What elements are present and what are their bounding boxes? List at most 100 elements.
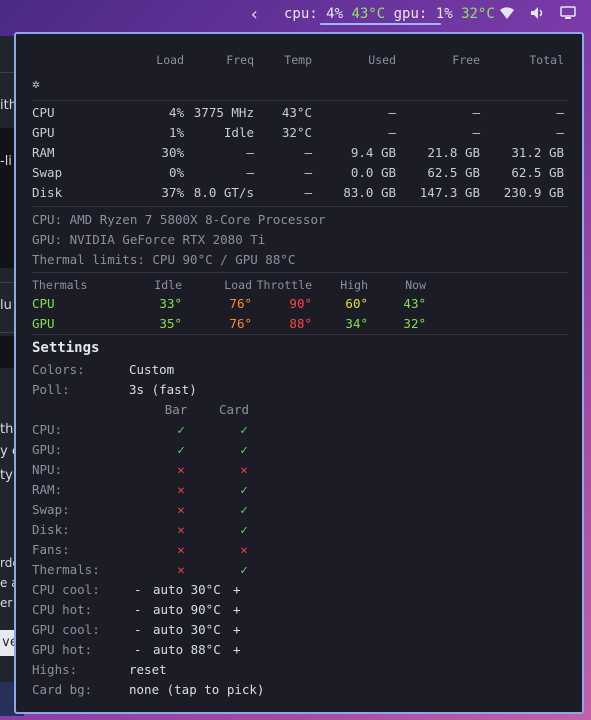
toggle-label: NPU: <box>32 462 63 477</box>
card-toggle[interactable]: ✕ <box>234 542 254 558</box>
system-monitor-indicator[interactable]: cpu: 4% 43°C gpu: 1% 32°C <box>284 6 495 22</box>
thermals-header-idle: Idle <box>154 278 182 292</box>
stepper-increment-button[interactable]: + <box>233 602 241 618</box>
bar-toggle[interactable]: ✕ <box>171 562 191 578</box>
row-name: Swap <box>32 165 63 180</box>
row-name: CPU <box>32 105 55 120</box>
row-used: — <box>388 125 396 140</box>
row-freq: Idle <box>223 125 254 140</box>
stepper-decrement-button[interactable]: - <box>134 622 142 638</box>
stepper-value: auto 30°C <box>153 622 221 637</box>
thermal-row-name: CPU <box>32 296 55 311</box>
wifi-icon[interactable] <box>499 6 515 24</box>
card-toggle[interactable]: ✓ <box>234 522 254 538</box>
stepper-increment-button[interactable]: + <box>233 582 241 598</box>
thermals-header: Thermals <box>32 278 88 292</box>
display-icon[interactable] <box>560 6 576 24</box>
row-total: — <box>556 125 564 140</box>
top-bar: ‹ cpu: 4% 43°C gpu: 1% 32°C <box>0 0 591 30</box>
row-temp: — <box>304 185 312 200</box>
row-free: 147.3 GB <box>419 185 480 200</box>
card-toggle[interactable]: ✓ <box>234 562 254 578</box>
thermal-high: 60° <box>345 296 368 311</box>
row-free: 21.8 GB <box>427 145 480 160</box>
row-temp: 32°C <box>281 125 312 140</box>
bar-toggle[interactable]: ✓ <box>171 442 191 458</box>
header-temp: Temp <box>284 53 312 67</box>
row-temp: — <box>304 165 312 180</box>
gpu-label: gpu: <box>393 6 428 22</box>
thermal-throttle: 90° <box>289 296 312 311</box>
thermals-header-throttle: Throttle <box>256 278 312 292</box>
card-toggle[interactable]: ✓ <box>234 482 254 498</box>
thermal-limits: Thermal limits: CPU 90°C / GPU 88°C <box>32 252 296 267</box>
row-name: RAM <box>32 145 55 160</box>
thermal-row-name: GPU <box>32 316 55 331</box>
card-column-header: Card <box>218 402 250 417</box>
gear-icon[interactable]: ✲ <box>32 77 40 93</box>
row-temp: — <box>304 145 312 160</box>
poll-value[interactable]: 3s (fast) <box>129 382 197 398</box>
system-monitor-panel: Load Freq Temp Used Free Total ✲ CPU 4% 37… <box>14 32 584 714</box>
row-freq: 8.0 GT/s <box>193 185 254 200</box>
row-temp: 43°C <box>281 105 312 120</box>
stepper-label: CPU hot: <box>32 602 93 617</box>
row-free: 62.5 GB <box>427 165 480 180</box>
thermal-high: 34° <box>345 316 368 331</box>
toggle-label: Disk: <box>32 522 70 537</box>
volume-icon[interactable] <box>530 6 546 24</box>
thermal-load: 76° <box>229 316 252 331</box>
header-freq: Freq <box>226 53 254 67</box>
gpu-temp: 32°C <box>461 6 495 22</box>
stepper-label: GPU hot: <box>32 642 93 657</box>
stepper-label: GPU cool: <box>32 622 100 637</box>
row-free: — <box>472 105 480 120</box>
stepper-value: auto 30°C <box>153 582 221 597</box>
row-total: — <box>556 105 564 120</box>
bg-text-fragment: ty <box>0 468 13 483</box>
bar-toggle[interactable]: ✓ <box>171 422 191 438</box>
row-load: 37% <box>161 185 184 200</box>
toggle-label: Thermals: <box>32 562 100 577</box>
stepper-label: CPU cool: <box>32 582 100 597</box>
stepper-increment-button[interactable]: + <box>233 642 241 658</box>
bar-toggle[interactable]: ✕ <box>171 482 191 498</box>
chevron-left-icon[interactable]: ‹ <box>249 4 260 25</box>
card-toggle[interactable]: ✓ <box>234 422 254 438</box>
bar-toggle[interactable]: ✕ <box>171 462 191 478</box>
settings-title: Settings <box>32 340 100 356</box>
header-total: Total <box>529 53 564 67</box>
row-freq: — <box>246 145 254 160</box>
bar-toggle[interactable]: ✕ <box>171 542 191 558</box>
toggle-label: CPU: <box>32 422 63 437</box>
stepper-increment-button[interactable]: + <box>233 622 241 638</box>
card-toggle[interactable]: ✓ <box>234 442 254 458</box>
row-total: 31.2 GB <box>511 145 564 160</box>
stepper-decrement-button[interactable]: - <box>134 642 142 658</box>
stepper-decrement-button[interactable]: - <box>134 602 142 618</box>
row-load: 30% <box>161 145 184 160</box>
indicator-underline <box>320 23 441 25</box>
row-total: 62.5 GB <box>511 165 564 180</box>
thermals-header-now: Now <box>405 278 426 292</box>
row-freq: — <box>246 165 254 180</box>
highs-reset-button[interactable]: reset <box>129 662 167 678</box>
colors-value[interactable]: Custom <box>129 362 174 378</box>
bar-toggle[interactable]: ✕ <box>171 502 191 518</box>
toggle-label: GPU: <box>32 442 63 457</box>
thermal-load: 76° <box>229 296 252 311</box>
thermal-now: 43° <box>403 296 426 311</box>
row-load: 1% <box>168 125 184 140</box>
row-freq: 3775 MHz <box>193 105 254 120</box>
stepper-decrement-button[interactable]: - <box>134 582 142 598</box>
header-free: Free <box>452 53 480 67</box>
bar-toggle[interactable]: ✕ <box>171 522 191 538</box>
row-load: 4% <box>168 105 184 120</box>
card-bg-value[interactable]: none (tap to pick) <box>129 682 264 698</box>
card-toggle[interactable]: ✓ <box>234 502 254 518</box>
card-toggle[interactable]: ✕ <box>234 462 254 478</box>
thermal-idle: 33° <box>159 296 182 311</box>
row-used: 83.0 GB <box>343 185 396 200</box>
bar-column-header: Bar <box>164 402 188 417</box>
highs-label: Highs: <box>32 662 78 677</box>
